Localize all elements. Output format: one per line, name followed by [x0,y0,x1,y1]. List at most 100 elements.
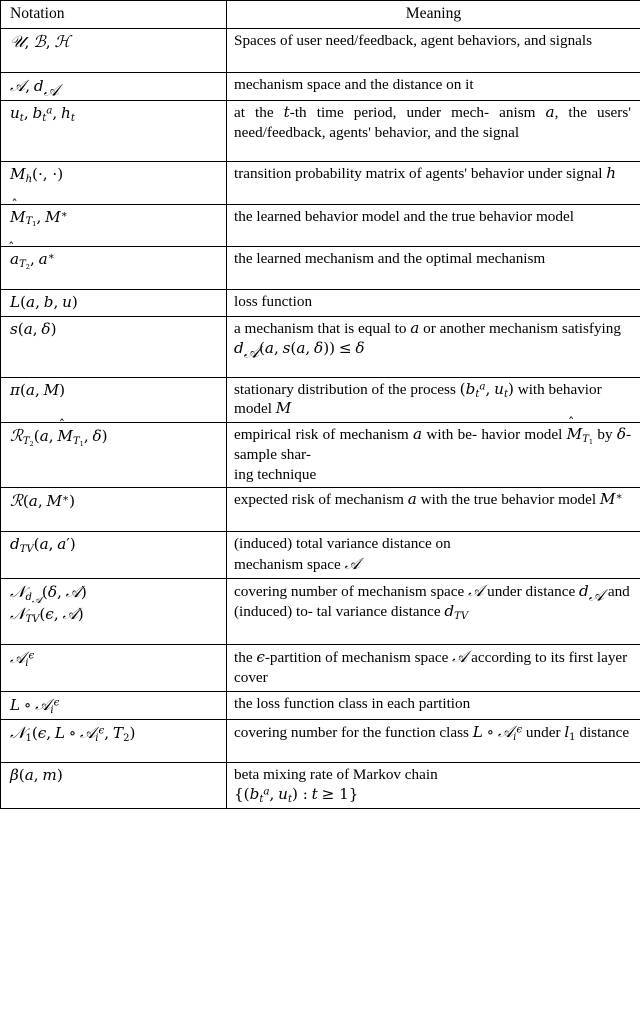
meaning-line: anism [499,104,536,122]
table-row: L(a, b, u) loss function [0,289,640,317]
meaning-line-group: mechanism space 𝒜 [234,554,360,574]
meaning-cell: covering number for the function class L… [226,718,640,764]
notation-cell: ℛT2(a, M̂T1, δ) [0,422,227,489]
math-expression: l1 [564,722,576,743]
meaning-line: distance [579,723,630,741]
table-row: β(a, m) beta mixing rate of Markov chain… [0,762,640,809]
notation-cell: 𝒰, ℬ, ℋ [0,28,227,74]
meaning-line: behavior model [479,207,574,225]
math-expression: L ∘ 𝒜iϵ [472,721,523,743]
meaning-cell: (induced) total variance distance on mec… [226,531,640,580]
meaning-line: covering number for the function class [234,723,469,741]
math-expression: M∗ [599,490,623,509]
math-symbol-A: 𝒜 [452,646,468,666]
math-symbol-delta: δ [616,425,627,444]
notation-cell: s(a, δ) [0,315,227,378]
meaning-cell: loss function [226,289,640,317]
meaning-cell: the learned mechanism and the optimal me… [226,246,640,291]
meaning-line: transition probability matrix of agents' [234,164,468,182]
notation-cell: dTV(a, a′) [0,531,227,580]
notation-cell: L ∘ 𝒜iϵ [0,690,227,720]
meaning-line: mechanism space and the distance on it [234,76,474,94]
meaning-line: the [234,648,253,666]
meaning-cell: mechanism space and the distance on it [226,72,640,102]
meaning-cell: empirical risk of mechanism a with be- h… [226,422,640,489]
notation-cell: ℛ(a, M∗) [0,487,227,533]
meaning-cell: beta mixing rate of Markov chain {(bta, … [226,762,640,809]
math-expression: d𝒜(a, s(a, δ)) ≤ δ [234,338,365,362]
math-symbol-A: 𝒜 [468,581,484,601]
math-symbol-a: a [413,425,423,444]
meaning-cell: transition probability matrix of agents'… [226,160,640,205]
notation-table: Notation Meaning 𝒰, ℬ, ℋ Spaces of user … [0,0,640,809]
meaning-line: agents' behavior, and the signal [329,123,520,141]
math-expression: dTV [444,601,469,622]
meaning-cell: Spaces of user need/feedback, agent beha… [226,28,640,74]
table-row: âT2, a∗ the learned mechanism and the o… [0,246,640,291]
meaning-line: behaviors, and signals [457,32,593,50]
meaning-line: mechanism space [234,556,341,574]
notation-cell: β(a, m) [0,762,227,809]
meaning-cell: the loss function class in each partitio… [226,690,640,720]
notation-cell: 𝒩1(ϵ, L ∘ 𝒜iϵ, T2) [0,718,227,764]
notation-line: 𝒩TV(ϵ, 𝒜) [10,603,84,625]
meaning-line: Spaces of user need/feedback, agent [234,32,454,50]
meaning-line: stationary distribution of the process [234,380,456,398]
notation-cell: π(a, M) [0,376,227,424]
meaning-cell: stationary distribution of the process (… [226,376,640,424]
meaning-line: empirical risk of mechanism [234,426,409,444]
meaning-cell: the learned behavior model and the true … [226,203,640,248]
table-row: L ∘ 𝒜iϵ the loss function class in each … [0,690,640,720]
table-row: π(a, M) stationary distribution of the p… [0,376,640,424]
math-symbol-a: a [545,103,555,122]
table-row: s(a, δ) a mechanism that is equal to a o… [0,315,640,378]
meaning-line: a mechanism that is equal to [234,319,407,337]
meaning-cell: covering number of mechanism space 𝒜 und… [226,578,640,645]
meaning-cell: a mechanism that is equal to a or anothe… [226,315,640,378]
meaning-line: covering number of mechanism space [234,583,465,601]
meaning-line: under [525,723,561,741]
table-row: 𝒩1(ϵ, L ∘ 𝒜iϵ, T2) covering number for t… [0,718,640,764]
table-row: 𝒩d𝒜(δ, 𝒜) 𝒩TV(ϵ, 𝒜) covering number of m… [0,578,640,645]
notation-cell: M̂T1, M∗ [0,203,227,248]
meaning-line: -th time period, under mech- [289,104,490,122]
meaning-line: the loss function class in each partitio… [234,694,471,712]
table-header-row: Notation Meaning [0,0,640,30]
column-header-notation: Notation [0,0,227,30]
math-symbol-h: h [606,163,617,182]
meaning-cell: the ϵ-partition of mechanism space 𝒜 acc… [226,643,640,692]
math-expression: {(bta, ut) : t ≥ 1} [234,785,359,805]
meaning-line: the learned behavior model and the true [234,207,476,225]
math-symbol-a: a [410,318,420,337]
notation-cell: ut, bta, ht [0,100,227,162]
notation-cell: âT2, a∗ [0,246,227,291]
table-row: Mh(·, ·) transition probability matrix o… [0,160,640,205]
math-symbol-epsilon: ϵ [256,647,265,666]
meaning-line: or another mechanism satisfying [423,319,621,337]
math-expression: d𝒜 [579,582,605,605]
notation-cell: 𝒜iϵ [0,643,227,692]
table-row: M̂T1, M∗ the learned behavior model and … [0,203,640,248]
math-symbol-a: a [407,490,417,509]
meaning-line: the learned mechanism and the optimal [234,250,473,268]
meaning-line: (induced) total variance distance on [234,535,451,553]
table-row: 𝒜iϵ the ϵ-partition of mechanism space 𝒜… [0,643,640,692]
math-symbol-M: M [275,399,292,418]
math-expression: M̂T1 [566,425,594,446]
meaning-line: -partition of mechanism space [264,648,449,666]
meaning-line: expected risk of mechanism [234,491,404,509]
meaning-line: loss function [234,293,313,311]
table-row: 𝒰, ℬ, ℋ Spaces of user need/feedback, ag… [0,28,640,74]
table-row: ℛ(a, M∗) expected risk of mechanism a wi… [0,487,640,533]
meaning-line: tal variance distance [316,602,441,620]
column-header-meaning: Meaning [226,0,640,30]
table-row: dTV(a, a′) (induced) total variance dist… [0,531,640,580]
meaning-line: true behavior model [473,491,597,509]
notation-cell: 𝒩d𝒜(δ, 𝒜) 𝒩TV(ϵ, 𝒜) [0,578,227,645]
table-row: ℛT2(a, M̂T1, δ) empirical risk of mechan… [0,422,640,489]
math-expression: (bta, ut) [459,379,514,400]
meaning-line: beta mixing rate of Markov chain [234,766,438,784]
meaning-line: at the [234,104,274,122]
meaning-line: behavior under signal [470,164,603,182]
meaning-line: with the [420,491,470,509]
